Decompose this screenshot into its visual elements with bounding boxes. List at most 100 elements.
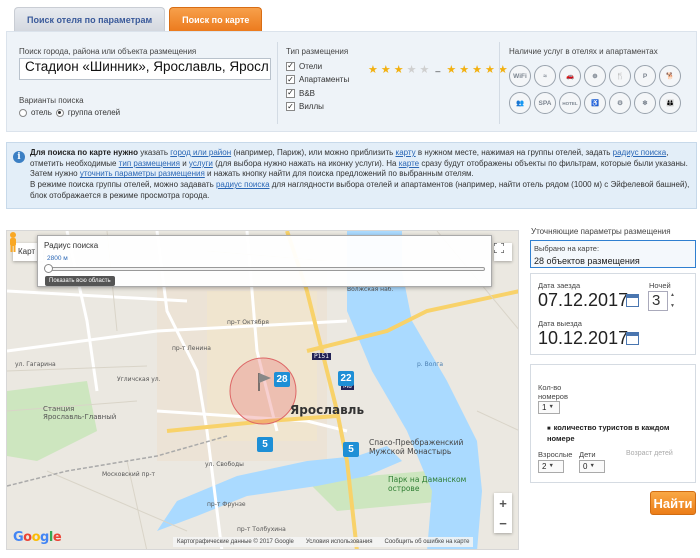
help-text-part: и [182, 158, 187, 168]
kids-select[interactable]: 0 ▼ [579, 460, 605, 473]
stars-range-dash: – [435, 65, 441, 76]
checkbox-checked-icon[interactable]: ✓ [286, 61, 295, 71]
show-all-area-button[interactable]: Показать всю область [45, 276, 115, 286]
map-terms-link[interactable]: Условия использования [306, 537, 373, 547]
pets-icon[interactable]: 🐕 [659, 65, 681, 87]
star-icon[interactable]: ★ [472, 65, 482, 76]
map-report-link[interactable]: Сообщить об ошибке на карте [385, 537, 470, 547]
chosen-on-map-value: 28 объектов размещения [534, 256, 640, 266]
divider [499, 42, 500, 124]
radius-slider-track[interactable] [47, 267, 485, 271]
star-icon[interactable]: ★ [446, 65, 456, 76]
city-label: Ярославль [290, 403, 365, 417]
services-icons: WiFi ≈ 🚗 ⊕ 🍴 P 🐕 👥 SPA HOTEL ♿ ⚙ ❄ 👪 [509, 65, 681, 114]
parking-icon[interactable]: P [634, 65, 656, 87]
star-icon[interactable]: ★ [381, 65, 391, 76]
checkin-date[interactable]: 07.12.2017 [538, 290, 628, 311]
tab-search-by-map[interactable]: Поиск по карте [169, 7, 263, 31]
star-icon[interactable]: ★ [420, 65, 430, 76]
type-apartments-label: Апартаменты [299, 75, 350, 84]
type-bnb-row[interactable]: ✓ B&B [286, 88, 349, 98]
nights-input[interactable]: 3 [648, 291, 668, 311]
link-refine-params[interactable]: уточнить параметры размещения [80, 169, 205, 178]
transfer-icon[interactable]: 🚗 [559, 65, 581, 87]
rooms-count-select[interactable]: 1 ▼ [538, 401, 560, 414]
pool-icon[interactable]: ≈ [534, 65, 556, 87]
link-map-2[interactable]: карте [399, 159, 419, 168]
help-text-part: (для выбора нужно нажать на иконку услуг… [215, 158, 397, 168]
link-services[interactable]: услуги [189, 159, 213, 168]
radio-hotel[interactable] [19, 108, 27, 117]
street-label: пр-т Октября [227, 319, 269, 326]
street-label: ул. Свободы [205, 461, 244, 468]
type-hotels-row[interactable]: ✓ Отели [286, 61, 349, 71]
type-apartments-row[interactable]: ✓ Апартаменты [286, 75, 349, 85]
star-rating-filter[interactable]: ★ ★ ★ ★ ★ – ★ ★ ★ ★ ★ [368, 65, 508, 76]
star-icon[interactable]: ★ [368, 65, 378, 76]
radio-hotel-group[interactable] [55, 108, 64, 117]
help-text-part: и нажать кнопку найти для поиска предлож… [207, 169, 474, 179]
road-badge-p151: Р151 [312, 353, 332, 360]
search-mode-tabs: Поиск отеля по параметрам Поиск по карте [14, 7, 263, 31]
cluster-5-east[interactable]: 5 [343, 442, 359, 457]
nights-stepper[interactable]: ▲ ▼ [669, 291, 676, 311]
type-villas-row[interactable]: ✓ Виллы [286, 102, 349, 112]
hotel-icon[interactable]: HOTEL [559, 92, 581, 114]
calendar-icon[interactable] [626, 294, 639, 307]
meeting-icon[interactable]: 👥 [509, 92, 531, 114]
street-label: Московский пр-т [102, 471, 155, 478]
search-input[interactable]: Стадион «Шинник», Ярославль, Яросл [19, 58, 271, 80]
search-radius-panel: Радиус поиска 2800 м Показать всю област… [37, 235, 492, 287]
type-hotels-label: Отели [299, 61, 323, 71]
family-icon[interactable]: 👪 [659, 92, 681, 114]
street-label: Угличская ул. [117, 376, 161, 383]
tab-search-by-params[interactable]: Поиск отеля по параметрам [14, 7, 166, 31]
google-logo[interactable]: Google [13, 530, 62, 545]
cluster-28[interactable]: 28 [274, 372, 290, 387]
street-label: пр-т Ленина [172, 345, 211, 352]
zoom-out-button[interactable]: − [494, 513, 512, 533]
find-button[interactable]: Найти [650, 491, 696, 515]
link-search-radius-2[interactable]: радиус поиска [216, 180, 270, 189]
zoom-in-button[interactable]: + [494, 493, 512, 513]
search-variants-radios: отель группа отелей [19, 108, 120, 117]
link-search-radius[interactable]: радиус поиска [613, 148, 667, 157]
link-city-area[interactable]: город или район [170, 148, 231, 157]
checkbox-checked-icon[interactable]: ✓ [286, 75, 295, 84]
star-icon[interactable]: ★ [394, 65, 404, 76]
kids-label: Дети [579, 450, 596, 459]
stepper-up-icon[interactable]: ▲ [669, 291, 676, 300]
radius-slider-handle[interactable] [44, 264, 53, 273]
rooms-box: Кол-во номеров 1 ▼ ■ количество туристов в… [530, 364, 696, 483]
checkout-date[interactable]: 10.12.2017 [538, 328, 628, 349]
kids-value: 0 [583, 462, 588, 471]
cluster-22[interactable]: 22 [338, 371, 354, 386]
search-radius-circle [229, 357, 297, 425]
checkbox-checked-icon[interactable]: ✓ [286, 102, 295, 111]
divider [277, 42, 278, 124]
services-label: Наличие услуг в отелях и апартаментах [509, 47, 658, 56]
fitness-icon[interactable]: ⚙ [609, 92, 631, 114]
wifi-icon[interactable]: WiFi [509, 65, 531, 87]
adults-select[interactable]: 2 ▼ [538, 460, 564, 473]
restaurant-icon[interactable]: 🍴 [609, 65, 631, 87]
internet-icon[interactable]: ⊕ [584, 65, 606, 87]
help-bold: Для поиска по карте нужно [30, 148, 138, 157]
accommodation-type-label: Тип размещения [286, 47, 349, 56]
pegman-icon[interactable] [7, 231, 19, 253]
star-icon[interactable]: ★ [485, 65, 495, 76]
stepper-down-icon[interactable]: ▼ [669, 302, 676, 311]
accessible-icon[interactable]: ♿ [584, 92, 606, 114]
checkbox-checked-icon[interactable]: ✓ [286, 88, 295, 98]
calendar-icon[interactable] [626, 332, 639, 345]
star-icon[interactable]: ★ [459, 65, 469, 76]
cluster-5-west[interactable]: 5 [257, 437, 273, 452]
street-label: пр-т Фрунзе [207, 501, 246, 508]
map-view[interactable]: Ярославль Спасо-Преображенский Мужской Мо… [6, 230, 519, 550]
link-map[interactable]: карту [396, 148, 416, 157]
spa-icon[interactable]: SPA [534, 92, 556, 114]
fullscreen-button[interactable] [494, 243, 512, 261]
link-accommodation-type[interactable]: тип размещения [119, 159, 180, 168]
conditioner-icon[interactable]: ❄ [634, 92, 656, 114]
star-icon[interactable]: ★ [407, 65, 417, 76]
